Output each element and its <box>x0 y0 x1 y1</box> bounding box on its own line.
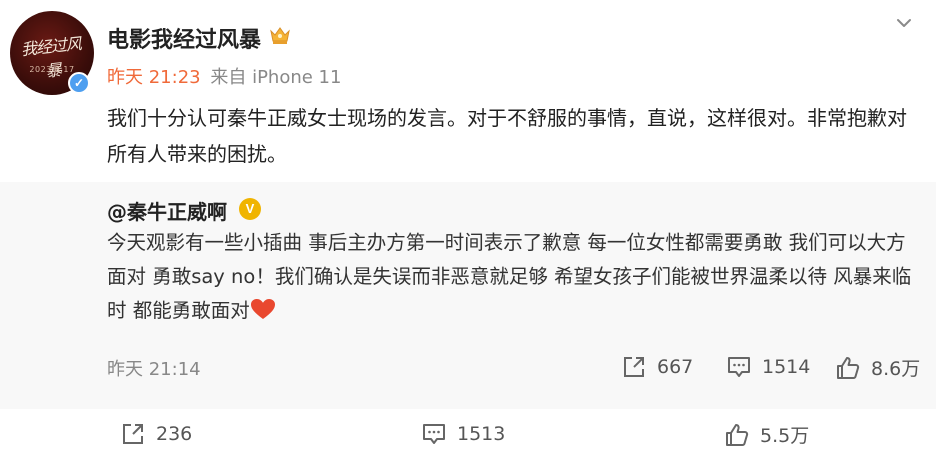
post-source: 来自 iPhone 11 <box>210 67 342 88</box>
quoted-repost-button[interactable]: 667 <box>621 354 693 380</box>
like-button[interactable]: 5.5万 <box>724 421 809 448</box>
author-name[interactable]: 电影我经过风暴 <box>107 22 261 54</box>
quoted-author[interactable]: @秦牛正威啊 <box>107 196 227 225</box>
more-chevron-icon[interactable] <box>893 12 915 34</box>
comment-button[interactable]: 1513 <box>421 421 505 447</box>
heart-emoji <box>250 299 275 319</box>
post-time[interactable]: 昨天 21:23 <box>107 67 201 88</box>
repost-icon <box>624 357 644 377</box>
verified-gold-icon: V <box>239 198 261 220</box>
post-meta: 昨天 21:23 来自 iPhone 11 <box>107 63 341 89</box>
comment-icon <box>423 424 445 444</box>
like-count: 5.5万 <box>760 425 810 447</box>
quoted-text: 今天观影有一些小插曲 事后主办方第一时间表示了歉意 每一位女性都需要勇敢 我们可… <box>107 226 919 328</box>
quoted-post[interactable]: @秦牛正威啊 V 今天观影有一些小插曲 事后主办方第一时间表示了歉意 每一位女性… <box>0 182 936 409</box>
quoted-like-button[interactable]: 8.6万 <box>835 354 920 381</box>
repost-icon <box>123 424 143 444</box>
crown-icon <box>270 27 290 44</box>
quoted-like-count: 8.6万 <box>871 358 921 380</box>
like-icon <box>726 423 749 446</box>
quoted-repost-count: 667 <box>657 356 694 378</box>
quoted-comment-button[interactable]: 1514 <box>726 354 810 380</box>
comment-icon <box>728 357 750 377</box>
post-text: 我们十分认可秦牛正威女士现场的发言。对于不舒服的事情，直说，这样很对。非常抱歉对… <box>107 106 907 166</box>
verified-icon: ✓ <box>68 72 90 94</box>
quoted-text-content: 今天观影有一些小插曲 事后主办方第一时间表示了歉意 每一位女性都需要勇敢 我们可… <box>107 231 912 322</box>
quoted-comment-count: 1514 <box>762 356 811 378</box>
repost-count: 236 <box>156 423 193 445</box>
quoted-time[interactable]: 昨天 21:14 <box>107 355 201 381</box>
repost-button[interactable]: 236 <box>120 421 192 447</box>
like-icon <box>837 356 860 379</box>
comment-count: 1513 <box>457 423 506 445</box>
